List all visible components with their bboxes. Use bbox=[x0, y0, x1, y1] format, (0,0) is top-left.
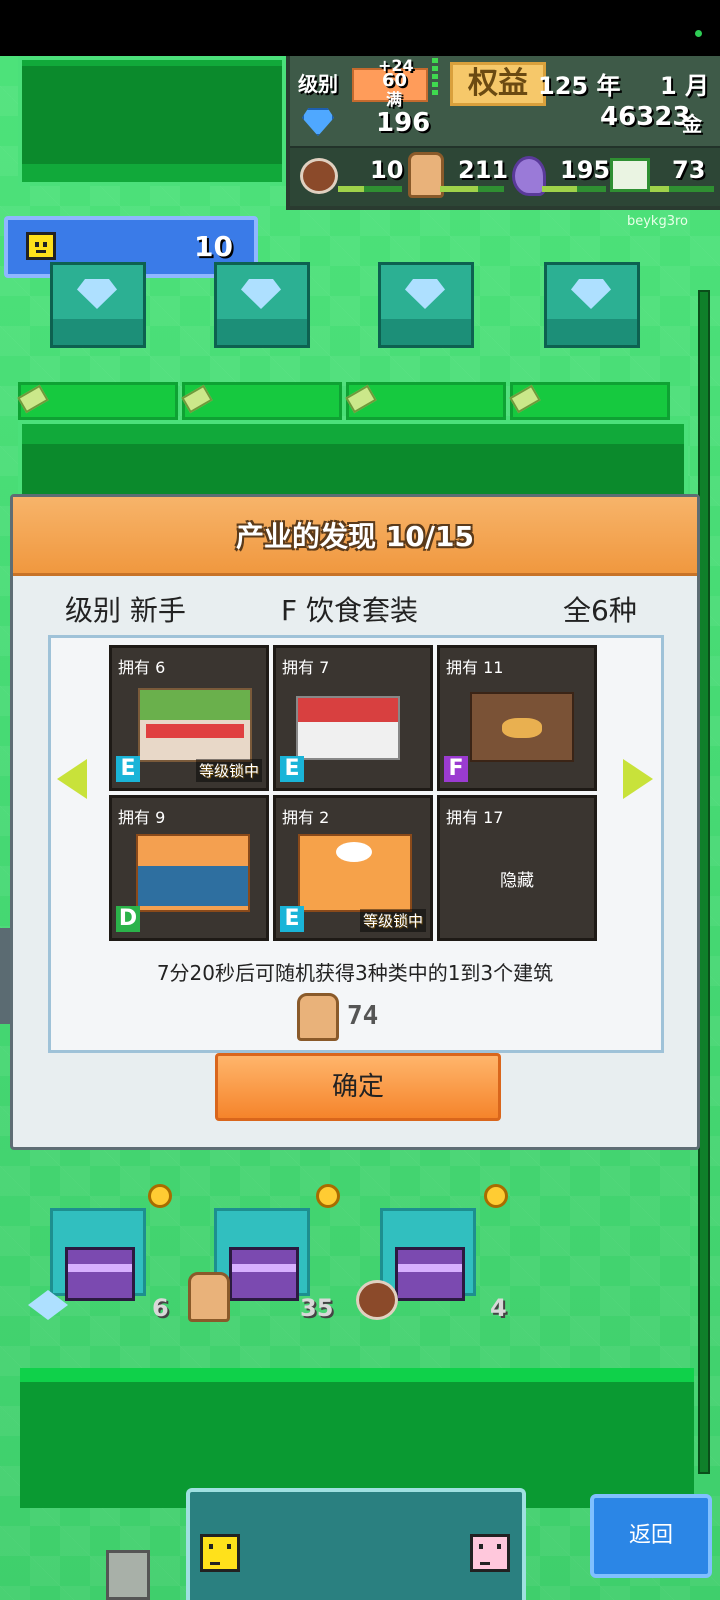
gem-card-3[interactable] bbox=[378, 262, 474, 348]
music-note-icon bbox=[512, 156, 546, 196]
category-info: F 饮食套装 bbox=[281, 594, 419, 627]
smiley-icon bbox=[26, 232, 56, 260]
grade-badge: E bbox=[280, 906, 304, 932]
owned-count: 拥有 11 bbox=[446, 658, 504, 677]
dialog-title: 产业的发现 10/15 bbox=[236, 520, 474, 553]
gem-icon bbox=[302, 108, 334, 136]
grade-badge: E bbox=[280, 756, 304, 782]
gem-reward-count: 6 bbox=[152, 1294, 169, 1322]
building-cell-6[interactable]: 拥有 17 隐藏 bbox=[437, 795, 597, 941]
character-bar bbox=[186, 1488, 526, 1600]
level-info: 级别 新手 bbox=[65, 594, 186, 627]
back-button[interactable]: 返回 bbox=[590, 1494, 712, 1578]
food-bar bbox=[338, 186, 402, 192]
building-cell-3[interactable]: 拥有 11 F bbox=[437, 645, 597, 791]
bakery-building-icon bbox=[470, 692, 574, 762]
bag-icon bbox=[408, 152, 444, 198]
gold-unit: 金 bbox=[682, 112, 702, 136]
steakhouse-building-icon bbox=[296, 696, 400, 760]
building-cell-2[interactable]: 拥有 7 E bbox=[273, 645, 433, 791]
book-icon bbox=[610, 158, 650, 192]
owned-count: 拥有 6 bbox=[118, 658, 166, 677]
pink-character-icon bbox=[470, 1534, 510, 1572]
bag-count: 211 bbox=[458, 156, 509, 184]
hidden-label: 隐藏 bbox=[500, 871, 534, 891]
watermark: beykg3ro bbox=[626, 214, 688, 229]
music-count: 195 bbox=[560, 156, 611, 184]
medal-icon bbox=[316, 1184, 340, 1208]
level-locked-label: 等级锁中 bbox=[359, 909, 426, 932]
food-reward-count: 4 bbox=[490, 1294, 507, 1322]
timer-note: 7分20秒后可随机获得3种类中的1到3个建筑 bbox=[156, 961, 554, 985]
top-left-panel bbox=[18, 56, 286, 186]
gem-card-2[interactable] bbox=[214, 262, 310, 348]
grade-badge: D bbox=[116, 906, 140, 932]
gem-card-4[interactable] bbox=[544, 262, 640, 348]
owned-count: 拥有 9 bbox=[118, 808, 166, 827]
food-icon bbox=[300, 158, 338, 194]
burger-shop-building-icon bbox=[136, 834, 250, 912]
bag-reward-count: 35 bbox=[300, 1294, 334, 1322]
player-level-value: 10 bbox=[194, 230, 233, 263]
lower-green-field bbox=[20, 1368, 694, 1508]
building-cell-5[interactable]: 拥有 2 E 等级锁中 bbox=[273, 795, 433, 941]
total-types: 全6种 bbox=[563, 594, 637, 627]
rights-button[interactable]: 权益 bbox=[450, 62, 546, 106]
owned-count: 拥有 7 bbox=[282, 658, 330, 677]
gold-amount: 46323 bbox=[600, 102, 691, 132]
yellow-character-icon bbox=[200, 1534, 240, 1572]
prev-page-arrow[interactable] bbox=[57, 759, 87, 799]
year-text: 125 年 bbox=[538, 72, 621, 100]
system-status-bar bbox=[0, 0, 720, 56]
restaurant-building-icon bbox=[138, 688, 252, 762]
gem-card-1[interactable] bbox=[50, 262, 146, 348]
sushi-shop-building-icon bbox=[298, 834, 412, 912]
month-text: 1 月 bbox=[660, 72, 710, 100]
food-count: 10 bbox=[370, 156, 404, 184]
level-segments bbox=[432, 58, 438, 98]
food-icon bbox=[356, 1280, 398, 1320]
gift-card-3[interactable] bbox=[380, 1208, 476, 1301]
bag-icon bbox=[297, 993, 339, 1041]
cost-value: 74 bbox=[347, 1001, 379, 1031]
gift-card-1[interactable] bbox=[50, 1208, 146, 1301]
building-cell-4[interactable]: 拥有 9 D bbox=[109, 795, 269, 941]
book-count: 73 bbox=[672, 156, 706, 184]
confirm-button[interactable]: 确定 bbox=[215, 1053, 501, 1121]
building-cell-1[interactable]: 拥有 6 E 等级锁中 bbox=[109, 645, 269, 791]
book-bar bbox=[650, 186, 714, 192]
statue-icon bbox=[106, 1550, 150, 1600]
resource-hud: 级别 +24 60 满 权益 125 年 1 月 196 46323 金 10 … bbox=[286, 56, 720, 210]
grade-badge: E bbox=[116, 756, 140, 782]
gem-count: 196 bbox=[376, 108, 431, 138]
owned-count: 拥有 2 bbox=[282, 808, 330, 827]
industry-discovery-dialog: 产业的发现 10/15 级别 新手 F 饮食套装 全6种 拥有 6 E 等级锁中… bbox=[10, 494, 700, 1150]
level-label: 级别 bbox=[298, 72, 338, 96]
bag-bar bbox=[440, 186, 504, 192]
level-locked-label: 等级锁中 bbox=[195, 759, 262, 782]
owned-count: 拥有 17 bbox=[446, 808, 504, 827]
level-full: 满 bbox=[386, 90, 403, 109]
next-page-arrow[interactable] bbox=[623, 759, 653, 799]
medal-icon bbox=[148, 1184, 172, 1208]
medal-icon bbox=[484, 1184, 508, 1208]
status-indicator-dot bbox=[695, 30, 702, 37]
bag-icon bbox=[188, 1272, 230, 1322]
music-bar bbox=[542, 186, 606, 192]
grade-badge: F bbox=[444, 756, 468, 782]
stats-row: 10 211 195 73 bbox=[290, 146, 720, 206]
